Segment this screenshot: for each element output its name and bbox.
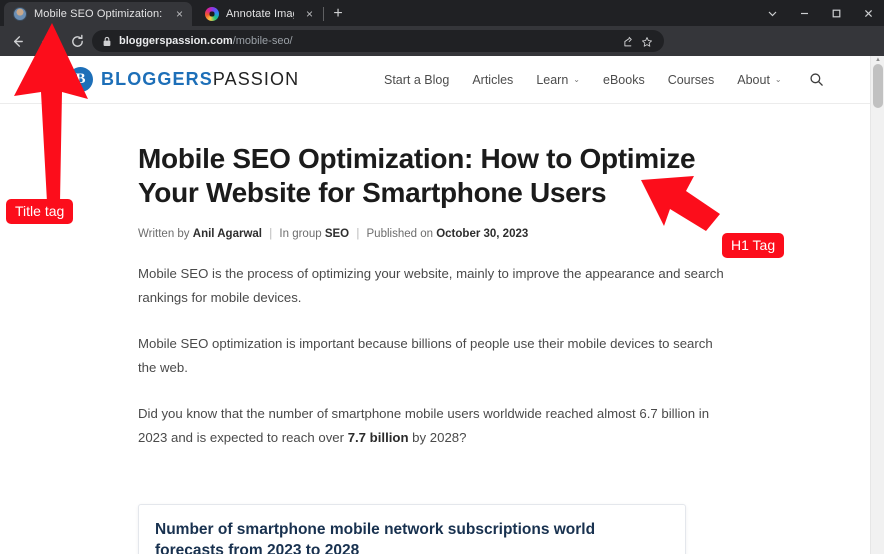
byline-group-label: In group [279, 228, 321, 240]
nav-item-start-a-blog[interactable]: Start a Blog [384, 73, 449, 87]
nav-item-articles[interactable]: Articles [472, 73, 513, 87]
article-h1-heading: Mobile SEO Optimization: How to Optimize… [138, 142, 698, 210]
article-byline: Written by Anil Agarwal | In group SEO |… [138, 228, 738, 240]
nav-label: About [737, 73, 770, 87]
annotation-label-title-tag: Title tag [6, 199, 73, 224]
nav-item-learn[interactable]: Learn ⌄ [536, 73, 580, 87]
page-scrollbar[interactable]: ▲ [870, 56, 884, 554]
article-paragraph-1: Mobile SEO is the process of optimizing … [138, 262, 728, 310]
browser-tab-title: Mobile SEO Optimization: 8 Best [34, 8, 164, 20]
address-bar-url: bloggerspassion.com/mobile-seo/ [119, 35, 293, 47]
scrollbar-thumb[interactable] [873, 64, 883, 108]
browser-window: Mobile SEO Optimization: 8 Best × Annota… [0, 0, 884, 554]
article-body: Mobile SEO Optimization: How to Optimize… [138, 104, 738, 450]
statistic-title-line-2: forecasts from 2023 to 2028 [155, 540, 669, 554]
search-icon[interactable] [809, 72, 824, 87]
star-icon[interactable] [638, 33, 656, 51]
chevron-down-icon: ⌄ [573, 75, 580, 84]
byline-separator-2: | [356, 228, 359, 240]
article-paragraph-3: Did you know that the number of smartpho… [138, 402, 728, 450]
url-domain: bloggerspassion.com [119, 35, 233, 47]
byline-author[interactable]: Anil Agarwal [193, 228, 262, 240]
close-icon[interactable] [852, 0, 884, 26]
site-logo[interactable]: B BLOGGERSPASSION [68, 67, 299, 92]
nav-item-ebooks[interactable]: eBooks [603, 73, 645, 87]
back-button-icon[interactable] [4, 28, 30, 54]
byline-category[interactable]: SEO [325, 228, 349, 240]
address-bar[interactable]: bloggerspassion.com/mobile-seo/ [92, 30, 664, 52]
nav-item-courses[interactable]: Courses [668, 73, 715, 87]
logo-text-second: PASSION [213, 69, 299, 89]
site-header: B BLOGGERSPASSION Start a Blog Articles … [0, 56, 870, 104]
byline-written-by-label: Written by [138, 228, 190, 240]
nav-label: Start a Blog [384, 73, 449, 87]
statistic-chart-card: Number of smartphone mobile network subs… [138, 504, 686, 554]
browser-tab-annotate[interactable]: Annotate Image × [196, 2, 322, 26]
page-viewport: B BLOGGERSPASSION Start a Blog Articles … [0, 56, 884, 554]
nav-label: Articles [472, 73, 513, 87]
statistic-title-line-1: Number of smartphone mobile network subs… [155, 519, 669, 540]
annotation-label-h1-tag: H1 Tag [722, 233, 784, 258]
forward-button-icon[interactable] [34, 28, 60, 54]
lock-icon [102, 36, 112, 47]
chevron-down-icon: ⌄ [775, 75, 782, 84]
tab-divider [323, 7, 324, 21]
browser-tab-active[interactable]: Mobile SEO Optimization: 8 Best × [4, 2, 192, 26]
nav-label: Learn [536, 73, 568, 87]
browser-toolbar: bloggerspassion.com/mobile-seo/ [0, 26, 884, 56]
tab-strip: Mobile SEO Optimization: 8 Best × Annota… [0, 0, 884, 26]
nav-label: Courses [668, 73, 715, 87]
site-navigation: Start a Blog Articles Learn ⌄ eBooks Cour… [384, 72, 824, 87]
article-paragraph-2: Mobile SEO optimization is important bec… [138, 332, 728, 380]
scrollbar-up-arrow-icon[interactable]: ▲ [871, 56, 884, 64]
nav-item-about[interactable]: About ⌄ [737, 73, 781, 87]
byline-date: October 30, 2023 [436, 228, 528, 240]
tab-search-chevron-icon[interactable] [756, 0, 788, 26]
omnibox-actions [618, 33, 656, 51]
logo-text-first: BLOGGERS [101, 69, 213, 89]
tab-close-icon-2[interactable]: × [303, 7, 316, 21]
new-tab-button[interactable]: + [328, 4, 348, 24]
minimize-icon[interactable] [788, 0, 820, 26]
browser-tab-title-2: Annotate Image [226, 8, 294, 20]
tab-close-icon[interactable]: × [173, 7, 186, 21]
logo-wordmark: BLOGGERSPASSION [101, 69, 299, 90]
reload-button-icon[interactable] [64, 28, 90, 54]
paragraph-3-after: by 2028? [409, 430, 467, 445]
maximize-icon[interactable] [820, 0, 852, 26]
statistic-card-title: Number of smartphone mobile network subs… [155, 519, 669, 554]
nav-label: eBooks [603, 73, 645, 87]
byline-separator: | [269, 228, 272, 240]
byline-published-label: Published on [367, 228, 434, 240]
person-avatar-favicon [13, 7, 27, 21]
share-icon[interactable] [618, 33, 636, 51]
window-controls [756, 0, 884, 26]
url-path: /mobile-seo/ [233, 35, 293, 47]
paragraph-3-bold: 7.7 billion [348, 430, 409, 445]
logo-mark-icon: B [68, 67, 93, 92]
colorful-ring-favicon [205, 7, 219, 21]
